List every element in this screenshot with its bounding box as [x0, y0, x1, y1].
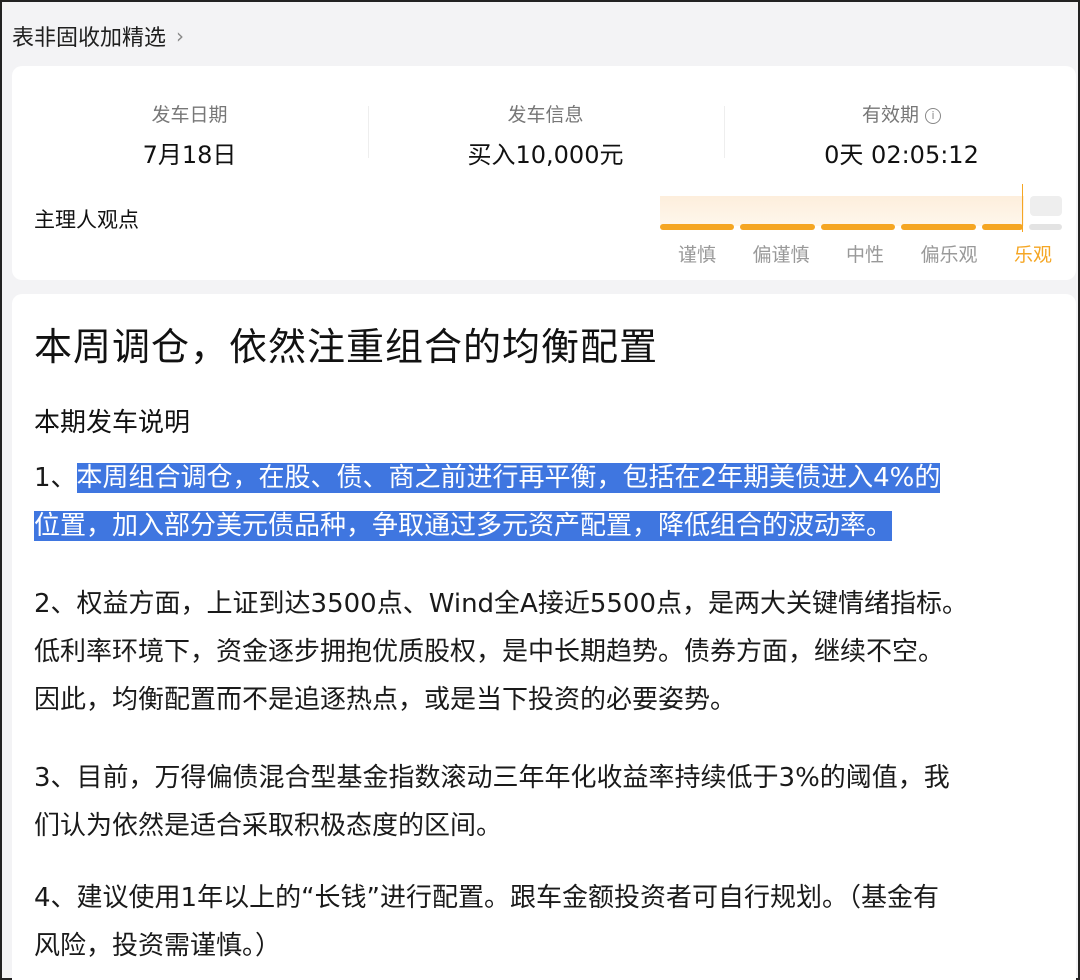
- summary-card: 发车日期 7月18日 发车信息 买入10,000元 有效期 i 0天 02:05:…: [12, 66, 1076, 280]
- paragraph-2: 2、权益方面，上证到达3500点、Wind全A接近5500点，是两大关键情绪指标…: [34, 580, 1064, 724]
- paragraph-1[interactable]: 1、本周组合调仓，在股、债、商之前进行再平衡，包括在2年期美债进入4%的 位置，…: [34, 454, 1064, 550]
- article-title: 本周调仓，依然注重组合的均衡配置: [34, 325, 659, 369]
- paragraph-3-line-1: 3、目前，万得偏债混合型基金指数滚动三年年化收益率持续低于3%的阈值，我: [34, 763, 950, 793]
- chevron-right-icon: ›: [176, 24, 185, 48]
- paragraph-1-line-1: 1、本周组合调仓，在股、债、商之前进行再平衡，包括在2年期美债进入4%的: [34, 454, 1064, 502]
- stat-validity: 有效期 i 0天 02:05:12: [724, 100, 1079, 170]
- stat-value: 买入10,000元: [467, 141, 624, 169]
- paragraph-1-prefix: 1、: [34, 463, 77, 493]
- selected-text: 本周组合调仓，在股、债、商之前进行再平衡，包括在2年期美债进入4%的: [76, 463, 941, 493]
- paragraph-3-line-2: 们认为依然是适合采取积极态度的区间。: [34, 811, 503, 841]
- paragraph-2-line-2: 低利率环境下，资金逐步拥抱优质股权，是中长期趋势。债券方面，继续不空。: [34, 637, 945, 667]
- level-neutral: 中性: [845, 244, 884, 266]
- level-slightly-cautious: 偏谨慎: [752, 244, 810, 266]
- paragraph-1-line-2: 位置，加入部分美元债品种，争取通过多元资产配置，降低组合的波动率。: [34, 502, 1064, 550]
- gauge-band-end: [1030, 196, 1062, 216]
- level-cautious: 谨慎: [678, 244, 717, 266]
- paragraph-3: 3、目前，万得偏债混合型基金指数滚动三年年化收益率持续低于3%的阈值，我 们认为…: [34, 754, 1064, 850]
- gauge-band: [660, 196, 1024, 226]
- paragraph-2-line-1: 2、权益方面，上证到达3500点、Wind全A接近5500点，是两大关键情绪指标…: [34, 589, 969, 619]
- gauge-segment: [981, 224, 1023, 230]
- stat-label: 发车信息: [507, 104, 584, 126]
- gauge-levels: 谨慎 偏谨慎 中性 偏乐观 乐观: [660, 240, 1062, 267]
- gauge-segment: [740, 224, 815, 230]
- selected-text: 位置，加入部分美元债品种，争取通过多元资产配置，降低组合的波动率。: [34, 511, 893, 541]
- portfolio-title-link[interactable]: 表非固收加精选 ›: [12, 20, 184, 52]
- opinion-gauge: 谨慎 偏谨慎 中性 偏乐观 乐观: [660, 184, 1063, 267]
- paragraph-4: 4、建议使用1年以上的“长钱”进行配置。跟车金额投资者可自行规划。（基金有 风险…: [34, 874, 1064, 970]
- article-subhead: 本期发车说明: [34, 408, 191, 438]
- level-optimistic: 乐观: [1013, 244, 1052, 266]
- gauge-segment: [660, 224, 735, 230]
- paragraph-2-line-3: 因此，均衡配置而不是追逐热点，或是当下投资的必要姿势。: [34, 685, 737, 715]
- gauge-segment-empty: [1028, 224, 1063, 230]
- paragraph-4-line-1: 4、建议使用1年以上的“长钱”进行配置。跟车金额投资者可自行规划。（基金有: [34, 883, 940, 913]
- level-slightly-optimistic: 偏乐观: [920, 244, 978, 266]
- manager-opinion-label: 主理人观点: [34, 208, 139, 232]
- gauge-segment: [901, 224, 976, 230]
- info-icon[interactable]: i: [925, 107, 941, 124]
- validity-label: 有效期: [861, 104, 919, 126]
- stat-value: 0天 02:05:12: [824, 141, 979, 169]
- paragraph-4-line-2: 风险，投资需谨慎。）: [34, 931, 282, 961]
- stat-label: 发车日期: [151, 104, 228, 126]
- article-card: 本周调仓，依然注重组合的均衡配置 本期发车说明 1、本周组合调仓，在股、债、商之…: [12, 294, 1076, 980]
- gauge-segment: [820, 224, 896, 230]
- stat-departure-info: 发车信息 买入10,000元: [368, 100, 723, 170]
- stat-value: 7月18日: [142, 141, 237, 169]
- stat-label: 有效期 i: [724, 100, 1079, 127]
- gauge-segments: [660, 224, 1063, 230]
- stat-departure-date: 发车日期 7月18日: [12, 100, 367, 170]
- gauge-marker: [1022, 184, 1023, 232]
- top-bar: 表非固收加精选 ›: [2, 2, 1078, 64]
- portfolio-title: 表非固收加精选: [12, 26, 167, 51]
